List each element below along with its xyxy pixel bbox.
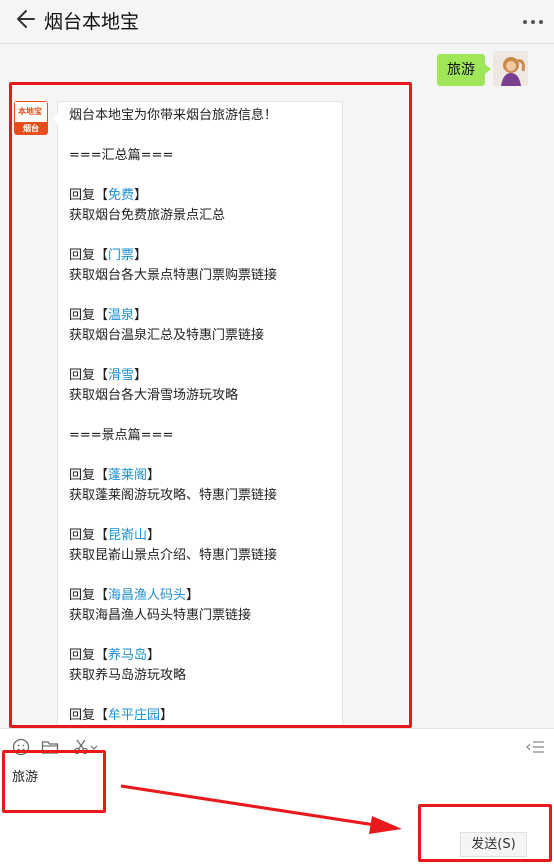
message-text-line: 获取烟台免费旅游景点汇总: [69, 208, 226, 223]
chat-title: 烟台本地宝: [44, 11, 140, 33]
reply-keyword-line: 回复【海昌渔人码头】: [69, 586, 332, 606]
reply-prefix: 回复【: [69, 468, 109, 483]
message-text-line: ===景点篇===: [69, 428, 174, 443]
chat-header: 烟台本地宝: [0, 0, 554, 44]
message-text-line: 获取蓬莱阁游玩攻略、特惠门票链接: [69, 488, 278, 503]
reply-prefix: 回复【: [69, 248, 109, 263]
reply-suffix: 】: [160, 708, 174, 723]
more-options-icon[interactable]: [520, 12, 546, 32]
reply-suffix: 】: [134, 368, 148, 383]
reply-keyword-link[interactable]: 滑雪: [108, 368, 134, 383]
incoming-message-bubble[interactable]: 烟台本地宝为你带来烟台旅游信息！ ===汇总篇=== 回复【免费】 获取烟台免费旅游景…: [52, 101, 343, 727]
reply-keyword-line: 回复【牟平庄园】: [69, 706, 332, 726]
user-avatar[interactable]: [493, 51, 528, 86]
avatar-city-text: 烟台: [23, 124, 39, 133]
reply-prefix: 回复【: [69, 308, 109, 323]
avatar-brand-area: 本地宝: [14, 101, 48, 123]
send-button[interactable]: 发送(S): [460, 832, 527, 857]
reply-suffix: 】: [147, 468, 161, 483]
reply-prefix: 回复【: [69, 708, 109, 723]
reply-prefix: 回复【: [69, 368, 109, 383]
scissors-icon[interactable]: [72, 738, 98, 756]
message-text-line: 获取烟台各大景点特惠门票购票链接: [69, 268, 278, 283]
reply-suffix: 】: [134, 308, 148, 323]
message-text-line: 获取海昌渔人码头特惠门票链接: [69, 608, 252, 623]
message-text-line: 获取养马岛游玩攻略: [69, 668, 187, 683]
reply-suffix: 】: [134, 188, 148, 203]
message-text-line: ===汇总篇===: [69, 148, 174, 163]
reply-suffix: 】: [147, 648, 161, 663]
composer-toolbar: [0, 728, 554, 759]
reply-keyword-line: 回复【蓬莱阁】: [69, 466, 332, 486]
message-text-line: 获取昆嵛山景点介绍、特惠门票链接: [69, 548, 278, 563]
reply-keyword-link[interactable]: 温泉: [108, 308, 134, 323]
reply-keyword-line: 回复【温泉】: [69, 306, 332, 326]
message-text-line: 获取烟台各大滑雪场游玩攻略: [69, 388, 239, 403]
outgoing-message-bubble[interactable]: 旅游: [437, 54, 491, 86]
reply-keyword-link[interactable]: 门票: [108, 248, 134, 263]
reply-keyword-link[interactable]: 养马岛: [108, 648, 147, 663]
history-icon[interactable]: [526, 738, 546, 756]
reply-keyword-link[interactable]: 蓬莱阁: [108, 468, 147, 483]
reply-prefix: 回复【: [69, 588, 109, 603]
reply-prefix: 回复【: [69, 528, 109, 543]
reply-keyword-link[interactable]: 昆嵛山: [108, 528, 147, 543]
reply-keyword-line: 回复【门票】: [69, 246, 332, 266]
reply-prefix: 回复【: [69, 188, 109, 203]
avatar-brand-text: 本地宝: [18, 107, 42, 116]
emoji-icon[interactable]: [12, 738, 30, 756]
reply-keyword-link[interactable]: 海昌渔人码头: [108, 588, 186, 603]
message-text-line: 烟台本地宝为你带来烟台旅游信息！: [69, 108, 278, 123]
chat-area[interactable]: 旅游 本地宝 烟台 烟台本地宝为你带来烟台旅游信息！ ===汇总篇=== 回复【免费…: [0, 44, 554, 727]
reply-suffix: 】: [147, 528, 161, 543]
user-avatar-image: [493, 51, 528, 86]
folder-icon[interactable]: [41, 738, 59, 756]
message-text-line: 获取烟台温泉汇总及特惠门票链接: [69, 328, 265, 343]
official-account-avatar[interactable]: 本地宝 烟台: [14, 101, 48, 135]
back-arrow-icon[interactable]: [14, 8, 36, 30]
reply-keyword-link[interactable]: 牟平庄园: [108, 708, 160, 723]
reply-keyword-line: 回复【养马岛】: [69, 646, 332, 666]
message-input[interactable]: 旅游: [12, 766, 38, 785]
reply-keyword-line: 回复【滑雪】: [69, 366, 332, 386]
reply-suffix: 】: [186, 588, 200, 603]
reply-suffix: 】: [134, 248, 148, 263]
reply-keyword-link[interactable]: 免费: [108, 188, 134, 203]
reply-prefix: 回复【: [69, 648, 109, 663]
reply-keyword-line: 回复【昆嵛山】: [69, 526, 332, 546]
reply-keyword-line: 回复【免费】: [69, 186, 332, 206]
